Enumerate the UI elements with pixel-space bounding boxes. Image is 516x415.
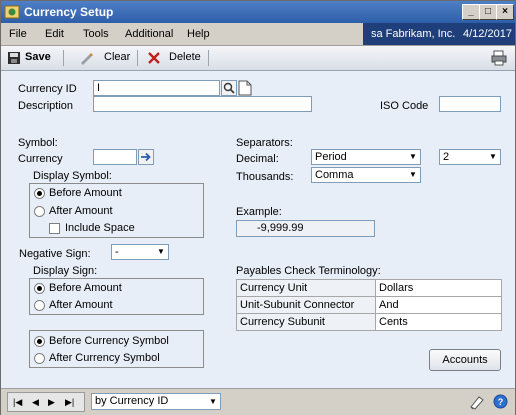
currency-setup-window: Currency Setup _ □ × File Edit Tools Add… [0, 0, 516, 415]
accounts-button[interactable]: Accounts [429, 349, 501, 371]
company-name: sa Fabrikam, Inc. [371, 28, 456, 40]
description-label: Description [18, 100, 74, 112]
display-symbol-label: Display Symbol: [33, 170, 112, 182]
toolbar-divider [137, 50, 138, 66]
chevron-down-icon: ▼ [406, 168, 420, 182]
currency-symbol-input[interactable] [93, 149, 137, 165]
sort-order-value: by Currency ID [95, 395, 169, 407]
sign-after-amount-label: After Amount [49, 299, 113, 311]
toolbar-divider [208, 50, 209, 66]
symbol-before-amount-radio[interactable] [34, 188, 45, 199]
after-currency-symbol-label: After Currency Symbol [49, 352, 160, 364]
save-icon [8, 52, 20, 64]
window-title: Currency Setup [24, 5, 114, 19]
close-button[interactable]: × [496, 4, 514, 20]
note-icon[interactable] [469, 394, 485, 410]
sign-before-amount-label: Before Amount [49, 282, 122, 294]
iso-code-label: ISO Code [380, 100, 429, 112]
unit-subunit-connector-input[interactable]: And [375, 296, 502, 314]
currency-symbol-label: Currency [18, 153, 63, 165]
delete-button[interactable]: Delete [169, 51, 201, 63]
negative-sign-value: - [115, 246, 119, 258]
decimal-select[interactable]: Period ▼ [311, 149, 421, 165]
help-icon[interactable]: ? [493, 394, 508, 409]
toolbar-divider [63, 50, 64, 66]
example-label: Example: [236, 206, 282, 218]
sign-after-amount-radio[interactable] [34, 300, 45, 311]
include-space-label: Include Space [65, 222, 135, 234]
status-bar: |◀ ◀ ▶ ▶| by Currency ID ▼ ? [1, 388, 515, 415]
iso-code-input[interactable] [439, 96, 501, 112]
thousands-select[interactable]: Comma ▼ [311, 167, 421, 183]
currency-unit-input[interactable]: Dollars [375, 279, 502, 297]
minimize-button[interactable]: _ [462, 4, 480, 20]
negative-sign-select[interactable]: - ▼ [111, 244, 169, 260]
lookup-icon[interactable] [221, 80, 237, 96]
decimal-label: Decimal: [236, 153, 279, 165]
menu-edit[interactable]: Edit [45, 28, 64, 40]
after-currency-symbol-radio[interactable] [34, 353, 45, 364]
description-input[interactable] [93, 96, 312, 112]
currency-id-input[interactable]: I [93, 80, 220, 96]
chevron-down-icon: ▼ [406, 150, 420, 164]
previous-record-button[interactable]: ◀ [32, 397, 39, 408]
sign-before-amount-radio[interactable] [34, 283, 45, 294]
clear-icon [81, 53, 93, 65]
first-record-button[interactable]: |◀ [13, 397, 22, 408]
decimal-places-value: 2 [443, 151, 450, 163]
title-bar: Currency Setup _ □ × [1, 1, 515, 23]
expand-arrow-icon[interactable] [138, 149, 154, 165]
last-record-button[interactable]: ▶| [65, 397, 74, 408]
save-button[interactable]: Save [25, 51, 51, 63]
payables-terminology-label: Payables Check Terminology: [236, 265, 381, 277]
clear-button[interactable]: Clear [104, 51, 130, 63]
next-record-button[interactable]: ▶ [48, 397, 55, 408]
delete-icon [148, 52, 160, 64]
decimal-places-select[interactable]: 2 ▼ [439, 149, 501, 165]
currency-subunit-input[interactable]: Cents [375, 313, 502, 331]
display-sign-label: Display Sign: [33, 265, 98, 277]
currency-setup-app-icon [4, 5, 20, 19]
print-icon[interactable] [491, 50, 507, 66]
negative-sign-label: Negative Sign: [19, 248, 91, 260]
menu-help[interactable]: Help [187, 28, 210, 40]
record-navigation: |◀ ◀ ▶ ▶| [7, 392, 85, 412]
symbol-after-amount-label: After Amount [49, 205, 113, 217]
symbol-label: Symbol: [18, 137, 58, 149]
example-value: -9,999.99 [236, 220, 375, 237]
toolbar: Save Clear Delete [1, 46, 515, 71]
before-currency-symbol-radio[interactable] [34, 336, 45, 347]
chevron-down-icon: ▼ [206, 394, 220, 409]
chevron-down-icon: ▼ [154, 245, 168, 259]
symbol-after-amount-radio[interactable] [34, 206, 45, 217]
payables-row-label: Currency Unit [236, 279, 376, 297]
separators-label: Separators: [236, 137, 293, 149]
symbol-before-amount-label: Before Amount [49, 187, 122, 199]
chevron-down-icon: ▼ [486, 150, 500, 164]
include-space-checkbox[interactable] [49, 223, 60, 234]
new-document-icon[interactable] [238, 80, 252, 96]
before-currency-symbol-label: Before Currency Symbol [49, 335, 169, 347]
currency-id-label: Currency ID [18, 83, 77, 95]
user-date: 4/12/2017 [463, 28, 512, 40]
thousands-label: Thousands: [236, 171, 294, 183]
maximize-button[interactable]: □ [479, 4, 497, 20]
sort-order-select[interactable]: by Currency ID ▼ [91, 393, 221, 410]
thousands-value: Comma [315, 169, 354, 181]
menu-tools[interactable]: Tools [83, 28, 109, 40]
svg-text:?: ? [498, 397, 504, 407]
menu-additional[interactable]: Additional [125, 28, 173, 40]
payables-row-label: Currency Subunit [236, 313, 376, 331]
company-info: sa Fabrikam, Inc. 4/12/2017 [363, 23, 515, 45]
payables-row-label: Unit-Subunit Connector [236, 296, 376, 314]
menu-file[interactable]: File [9, 28, 27, 40]
decimal-value: Period [315, 151, 347, 163]
